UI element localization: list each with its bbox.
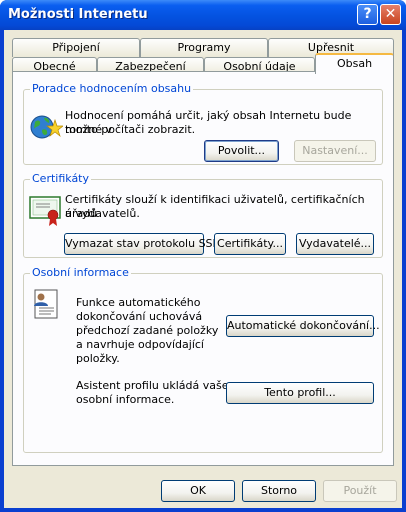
tab-programs[interactable]: Programy	[140, 38, 268, 57]
publishers-button[interactable]: Vydavatelé...	[296, 233, 374, 255]
contact-card-icon	[34, 289, 58, 319]
title-bar[interactable]: Možnosti Internetu ? ✕	[0, 0, 406, 30]
dialog-client: Připojení Programy Upřesnit Obecné Zabez…	[4, 30, 402, 508]
enable-ratings-button[interactable]: Povolit...	[204, 140, 279, 162]
ok-button[interactable]: OK	[161, 480, 235, 502]
button-label: Tento profil...	[264, 386, 336, 399]
autocomplete-desc-line: položky.	[76, 352, 120, 365]
autocomplete-desc-line: a navrhuje odpovídající	[76, 338, 204, 351]
help-icon: ?	[363, 6, 372, 22]
certificates-group: Certifikáty Certifikáty slouží k identif…	[23, 172, 383, 258]
certificate-icon	[29, 196, 61, 226]
cancel-button[interactable]: Storno	[242, 480, 316, 502]
ratings-settings-button[interactable]: Nastavení...	[294, 140, 376, 162]
button-label: Automatické dokončování...	[227, 319, 380, 332]
button-label: Vymazat stav protokolu SSL	[65, 237, 219, 250]
autocomplete-desc-line: předchozí zadané položky	[76, 324, 219, 337]
button-label: Použít	[343, 484, 377, 497]
tab-label: Obsah	[336, 57, 373, 70]
close-button[interactable]: ✕	[380, 4, 401, 25]
close-icon: ✕	[384, 6, 397, 22]
profile-desc-line: osobní informace.	[76, 393, 175, 406]
apply-button[interactable]: Použít	[323, 480, 397, 502]
tab-label: Připojení	[52, 41, 100, 54]
window-title: Možnosti Internetu	[8, 7, 148, 22]
autocomplete-desc-line: dokončování uchovává	[76, 310, 203, 323]
certificates-button[interactable]: Certifikáty...	[214, 233, 286, 255]
clear-ssl-state-button[interactable]: Vymazat stav protokolu SSL	[64, 233, 219, 255]
personal-information-group: Osobní informace Funkce automatického do…	[23, 266, 383, 453]
group-title: Poradce hodnocením obsahu	[30, 82, 194, 96]
group-title: Osobní informace	[30, 266, 131, 280]
button-label: Nastavení...	[302, 144, 368, 157]
button-label: Vydavatelé...	[298, 237, 372, 250]
content-advisor-group: Poradce hodnocením obsahu Hodnocení pomá…	[23, 82, 383, 165]
tab-content[interactable]: Obsah	[315, 53, 394, 74]
tab-connections[interactable]: Připojení	[12, 38, 140, 57]
tab-panel-content: Poradce hodnocením obsahu Hodnocení pomá…	[12, 71, 394, 466]
button-label: OK	[190, 484, 206, 497]
profile-desc-line: Asistent profilu ukládá vaše	[76, 379, 229, 392]
autocomplete-button[interactable]: Automatické dokončování...	[226, 315, 380, 337]
tab-label: Programy	[177, 41, 231, 54]
certificates-desc-line2: a vydavatelů.	[65, 207, 140, 220]
button-label: Storno	[260, 484, 298, 497]
my-profile-button[interactable]: Tento profil...	[226, 382, 374, 404]
group-title: Certifikáty	[30, 172, 92, 186]
ratings-desc-line2: tomto počítači zobrazit.	[65, 123, 196, 136]
button-label: Certifikáty...	[217, 237, 283, 250]
autocomplete-desc-line: Funkce automatického	[76, 296, 201, 309]
help-button[interactable]: ?	[357, 4, 378, 25]
dialog-window: Možnosti Internetu ? ✕ Připojení Program…	[0, 0, 406, 512]
globe-star-icon	[30, 115, 63, 139]
button-label: Povolit...	[217, 144, 266, 157]
